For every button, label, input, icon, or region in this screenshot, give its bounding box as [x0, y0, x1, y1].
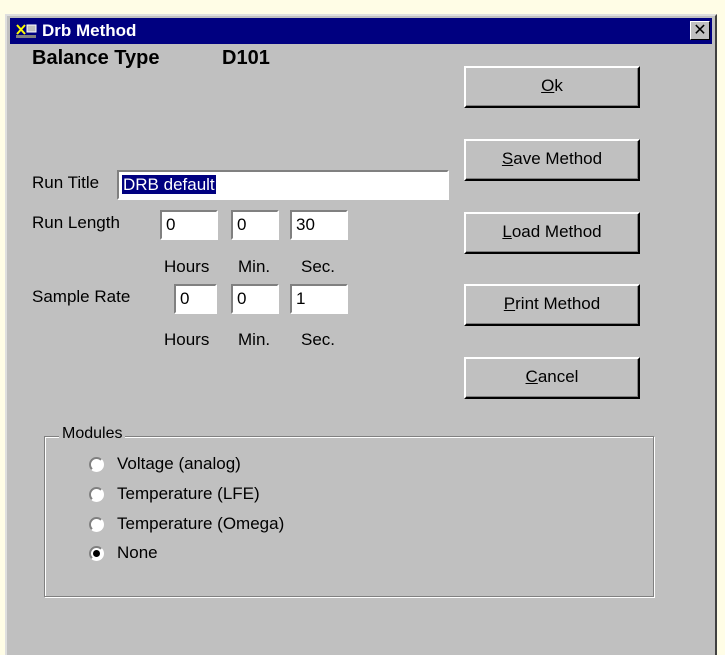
radio-button[interactable] [89, 487, 104, 502]
run-length-label: Run Length [32, 213, 120, 232]
ok-label: k [554, 76, 563, 95]
sample-rate-min-unit: Min. [238, 330, 271, 349]
module-option-label: Temperature (Omega) [117, 514, 285, 533]
run-length-min-unit: Min. [238, 257, 271, 276]
run-title-input[interactable]: DRB default [117, 170, 449, 200]
close-button[interactable]: ✕ [690, 21, 710, 40]
module-option-label: Voltage (analog) [117, 454, 241, 473]
save-label: ave Method [513, 149, 603, 168]
run-title-label: Run Title [32, 173, 100, 192]
module-option-label: None [117, 543, 158, 562]
cancel-label: ancel [537, 367, 579, 386]
run-length-sec-input[interactable]: 30 [290, 210, 348, 240]
load-accel: L [502, 222, 512, 241]
load-label: oad Method [511, 222, 602, 241]
print-accel: P [503, 294, 516, 313]
sample-rate-sec-unit: Sec. [301, 330, 336, 349]
window-title: Drb Method [42, 21, 137, 40]
cancel-button[interactable]: Cancel [464, 357, 640, 399]
sample-rate-min-input[interactable]: 0 [231, 284, 279, 314]
radio-button[interactable] [89, 517, 104, 532]
radio-button-selected[interactable] [89, 546, 104, 561]
sample-rate-label: Sample Rate [32, 287, 131, 306]
print-method-button[interactable]: Print Method [464, 284, 640, 326]
balance-type-label: Balance Type [32, 47, 160, 69]
balance-type-value: D101 [222, 47, 270, 69]
modules-groupbox: Modules Voltage (analog) Temperature (LF… [44, 425, 654, 597]
run-title-value: DRB default [122, 175, 216, 194]
sample-rate-hours-unit: Hours [164, 330, 210, 349]
module-option-label: Temperature (LFE) [117, 484, 260, 503]
load-method-button[interactable]: Load Method [464, 212, 640, 254]
drb-method-dialog: Drb Method ✕ Balance Type D101 Run Title… [5, 14, 717, 655]
title-bar[interactable]: Drb Method ✕ [10, 18, 712, 44]
run-length-sec-unit: Sec. [301, 257, 336, 276]
save-accel: S [501, 149, 514, 168]
save-method-button[interactable]: Save Method [464, 139, 640, 181]
sample-rate-hours-input[interactable]: 0 [174, 284, 217, 314]
run-length-hours-unit: Hours [164, 257, 210, 276]
run-length-hours-input[interactable]: 0 [160, 210, 218, 240]
balance-app-icon [14, 22, 38, 40]
print-label: rint Method [515, 294, 601, 313]
ok-button[interactable]: Ok [464, 66, 640, 108]
sample-rate-sec-input[interactable]: 1 [290, 284, 348, 314]
run-length-min-input[interactable]: 0 [231, 210, 279, 240]
radio-button[interactable] [89, 457, 104, 472]
cancel-accel: C [525, 367, 538, 386]
close-icon: ✕ [693, 20, 707, 39]
modules-group-title: Modules [59, 425, 126, 443]
ok-accel: O [541, 76, 555, 95]
